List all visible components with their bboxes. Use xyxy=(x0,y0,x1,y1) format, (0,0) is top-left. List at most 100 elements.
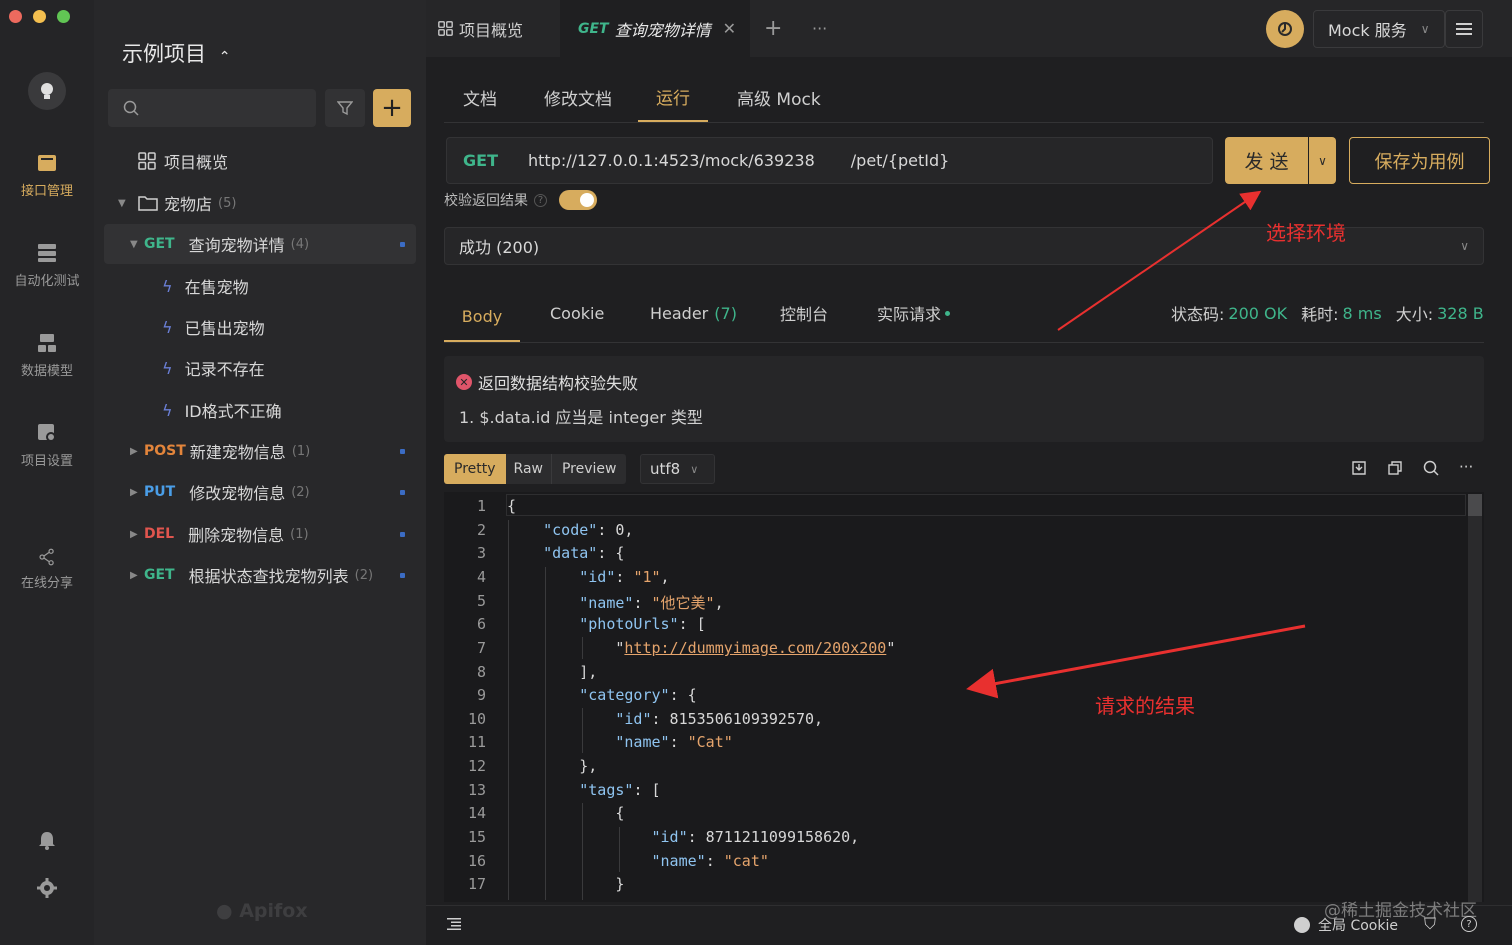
endpoint-label: 新建宠物信息 xyxy=(189,443,286,462)
sidebar-case[interactable]: ϟ ID格式不正确 xyxy=(104,390,416,430)
line-number: 7 xyxy=(476,639,486,657)
save-as-case-button[interactable]: 保存为用例 xyxy=(1349,137,1490,184)
subtab-run[interactable]: 运行 xyxy=(638,72,708,122)
rail-item-share[interactable]: 在线分享 xyxy=(0,548,94,591)
sidebar-folder-petstore[interactable]: ▼ 宠物店 (5) xyxy=(104,183,416,223)
status-label: 状态码: xyxy=(1171,305,1225,324)
line-number: 17 xyxy=(467,875,486,893)
menu-button[interactable] xyxy=(1445,10,1483,48)
expand-caret-icon[interactable]: ▼ xyxy=(130,239,144,250)
error-title: 返回数据结构校验失败 xyxy=(478,374,639,393)
more-tabs-button[interactable]: ··· xyxy=(812,0,827,57)
endpoint-count: (4) xyxy=(290,236,310,252)
view-mode-preview[interactable]: Preview xyxy=(550,454,627,484)
line-number: 3 xyxy=(476,544,486,562)
tab-label: Header xyxy=(650,303,709,323)
send-options-button[interactable]: ∨ xyxy=(1309,137,1336,184)
copy-icon[interactable] xyxy=(1387,460,1403,476)
response-tab-console[interactable]: 控制台 xyxy=(780,292,828,334)
scrollbar-thumb[interactable] xyxy=(1468,494,1482,516)
sidebar-endpoint-post-pet[interactable]: ▶ POST 新建宠物信息 (1) xyxy=(104,431,416,471)
sidebar-case[interactable]: ϟ 已售出宠物 xyxy=(104,307,416,347)
switch-project-icon: ⌃ xyxy=(218,49,231,65)
more-icon[interactable]: ··· xyxy=(1459,458,1473,476)
project-switcher[interactable]: 示例项目 ⌃ xyxy=(122,38,230,68)
send-button[interactable]: 发 送 xyxy=(1225,137,1308,184)
sidebar-endpoint-get-pet[interactable]: ▼ GET 查询宠物详情 (4) xyxy=(104,224,416,264)
code-line: { xyxy=(507,497,517,515)
subtab-edit-doc[interactable]: 修改文档 xyxy=(544,72,612,122)
sidebar-endpoint-del-pet[interactable]: ▶ DEL 删除宠物信息 (1) xyxy=(104,514,416,554)
sidebar-case[interactable]: ϟ 记录不存在 xyxy=(104,348,416,388)
close-window-dot[interactable] xyxy=(9,10,22,23)
view-mode-raw[interactable]: Raw xyxy=(505,454,551,484)
tab-label: 控制台 xyxy=(780,305,829,324)
code-line: "data": { xyxy=(543,544,625,562)
tab-label: Cookie xyxy=(550,303,605,323)
case-label: 已售出宠物 xyxy=(184,319,265,338)
bell-icon[interactable] xyxy=(37,830,57,850)
apifox-logo-icon: ● xyxy=(216,900,233,922)
avatar[interactable] xyxy=(28,72,66,110)
url-path-input[interactable]: /pet/{petId} xyxy=(851,151,950,170)
expand-caret-icon[interactable]: ▶ xyxy=(130,446,144,457)
code-line: "id": 8153506109392570, xyxy=(615,710,824,728)
expand-caret-icon[interactable]: ▶ xyxy=(130,529,144,540)
sidebar-endpoint-find-by-status[interactable]: ▶ GET 根据状态查找宠物列表 (2) xyxy=(104,555,416,595)
method-select[interactable]: GET xyxy=(463,151,528,170)
line-number: 6 xyxy=(476,615,486,633)
folder-count: (5) xyxy=(218,195,237,211)
code-line: "name": "Cat" xyxy=(615,733,733,751)
code-line: "id": "1", xyxy=(579,568,670,586)
expand-caret-icon[interactable]: ▼ xyxy=(118,198,132,209)
app-watermark-text: Apifox xyxy=(239,900,308,922)
expand-caret-icon[interactable]: ▶ xyxy=(130,570,144,581)
new-tab-button[interactable]: + xyxy=(764,0,782,57)
rail-item-automation[interactable]: 自动化测试 xyxy=(0,242,94,289)
line-number: 4 xyxy=(476,568,486,586)
header-count: (7) xyxy=(714,303,737,323)
tab-overview[interactable]: 项目概览 xyxy=(438,0,523,57)
maximize-window-dot[interactable] xyxy=(57,10,70,23)
sidebar-item-overview[interactable]: 项目概览 xyxy=(104,141,416,181)
validate-toggle[interactable] xyxy=(559,190,597,210)
encoding-select[interactable]: utf8 ∨ xyxy=(640,454,715,484)
search-input[interactable] xyxy=(108,89,316,127)
time-value: 8 ms xyxy=(1342,303,1382,323)
rail-item-api-management[interactable]: 接口管理 xyxy=(0,152,94,199)
close-tab-icon[interactable]: ✕ xyxy=(723,19,736,38)
view-mode-pretty[interactable]: Pretty xyxy=(444,454,506,484)
help-icon[interactable]: ? xyxy=(534,193,547,207)
subtab-doc[interactable]: 文档 xyxy=(463,72,497,122)
plus-icon: + xyxy=(381,93,403,123)
sidebar-case[interactable]: ϟ 在售宠物 xyxy=(104,266,416,306)
outline-icon[interactable] xyxy=(447,918,461,930)
case-label: 记录不存在 xyxy=(184,360,265,379)
case-label: 在售宠物 xyxy=(184,278,249,297)
status-dot xyxy=(400,573,405,578)
rail-item-settings[interactable]: 项目设置 xyxy=(0,422,94,469)
response-tab-actual-request[interactable]: 实际请求 xyxy=(877,292,951,334)
filter-button[interactable] xyxy=(325,89,365,127)
tab-get-pet-detail[interactable]: GET 查询宠物详情 ✕ xyxy=(560,0,750,57)
subtab-advanced-mock[interactable]: 高级 Mock xyxy=(737,72,821,122)
sidebar-endpoint-put-pet[interactable]: ▶ PUT 修改宠物信息 (2) xyxy=(104,472,416,512)
download-icon[interactable] xyxy=(1351,460,1367,476)
scrollbar[interactable] xyxy=(1468,494,1482,902)
rail-item-data-model[interactable]: 数据模型 xyxy=(0,332,94,379)
minimize-window-dot[interactable] xyxy=(33,10,46,23)
sync-button[interactable] xyxy=(1266,10,1304,48)
line-number: 2 xyxy=(476,521,486,539)
endpoint-count: (2) xyxy=(291,484,310,500)
response-tab-header[interactable]: Header (7) xyxy=(650,292,737,334)
env-select[interactable]: Mock 服务 ∨ xyxy=(1313,10,1445,48)
url-bar[interactable]: GET http://127.0.0.1:4523/mock/639238 /p… xyxy=(446,137,1213,184)
rail-label: 接口管理 xyxy=(20,184,73,199)
response-tab-cookie[interactable]: Cookie xyxy=(550,292,604,334)
gear-icon[interactable] xyxy=(37,878,57,898)
search-icon[interactable] xyxy=(1423,460,1439,476)
sync-icon xyxy=(1278,22,1292,36)
add-button[interactable]: + xyxy=(373,89,411,127)
response-tab-body[interactable]: Body xyxy=(444,292,520,342)
expand-caret-icon[interactable]: ▶ xyxy=(130,487,144,498)
